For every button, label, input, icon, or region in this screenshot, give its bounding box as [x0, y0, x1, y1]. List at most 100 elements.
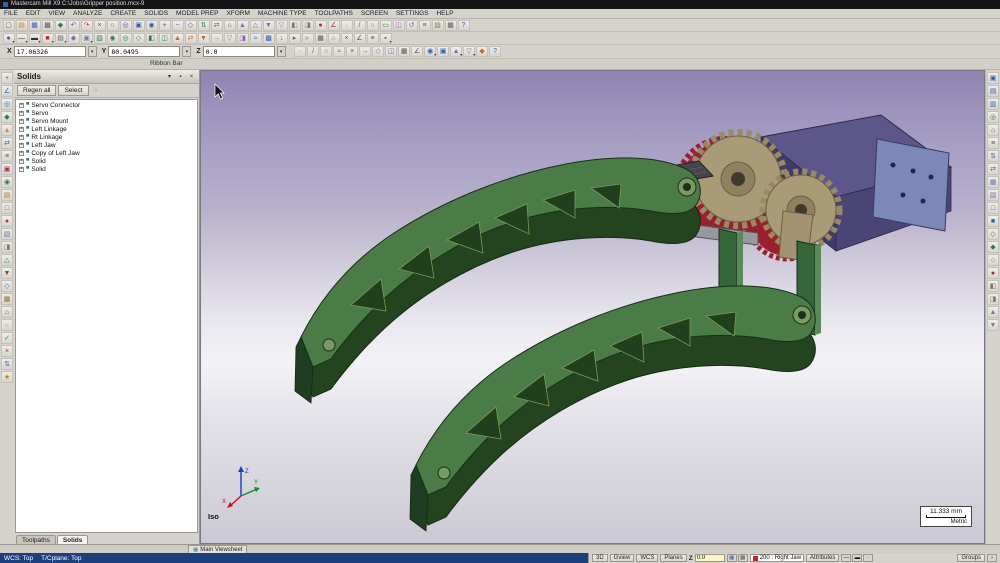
toolbar-icon[interactable]: × — [341, 33, 353, 44]
toolbar-icon[interactable]: ↓ — [276, 33, 288, 44]
toolbar-icon[interactable]: ∠ — [354, 33, 366, 44]
toolbar-icon[interactable]: ↺ — [406, 20, 418, 31]
toolbar-icon[interactable]: ▦ — [1, 293, 13, 305]
toolbar-icon[interactable]: ◨ — [1, 241, 13, 253]
toolbar-icon[interactable]: − — [172, 20, 184, 31]
toolbar-icon[interactable]: —▾ — [16, 33, 28, 44]
toolbar-icon[interactable]: ▣▾ — [81, 33, 93, 44]
toolbar-icon[interactable]: / — [354, 20, 366, 31]
toolbar-icon[interactable]: ▨ — [432, 20, 444, 31]
toolbar-icon[interactable]: ◎ — [120, 33, 132, 44]
toolbar-icon[interactable]: ▲ — [987, 306, 999, 318]
x-coord-dropdown[interactable]: ▾ — [88, 46, 97, 57]
toolbar-icon[interactable]: ◆ — [987, 241, 999, 253]
toolbar-icon[interactable]: ⇄ — [211, 20, 223, 31]
toolbar-icon[interactable]: ▲ — [237, 20, 249, 31]
toolbar-icon[interactable]: ◉ — [107, 33, 119, 44]
toolbar-icon[interactable]: ↷ — [81, 20, 93, 31]
toolbar-icon[interactable]: ▪▾ — [380, 33, 392, 44]
toolbar-icon[interactable]: ▣ — [987, 72, 999, 84]
toolbar-icon[interactable]: ⇅ — [198, 20, 210, 31]
toolbar-icon[interactable]: △ — [1, 254, 13, 266]
toolbar-icon[interactable]: ⌂ — [224, 20, 236, 31]
toolbar-icon[interactable]: ≈ — [333, 46, 345, 57]
regen-all-button[interactable]: Regen all — [17, 85, 56, 96]
toolbar-icon[interactable]: × — [1, 345, 13, 357]
toolbar-icon[interactable]: ▦ — [445, 20, 457, 31]
toolbar-icon[interactable]: ⌂ — [1, 306, 13, 318]
toolbar-icon[interactable]: ▹ — [302, 33, 314, 44]
expand-icon[interactable]: + — [19, 143, 24, 148]
toolbar-icon[interactable]: ↶ — [68, 20, 80, 31]
toolbar-icon[interactable]: ◫ — [159, 33, 171, 44]
toolbar-icon[interactable]: ▦ — [315, 33, 327, 44]
tree-item[interactable]: + ■ Solid — [16, 165, 197, 173]
toolbar-icon[interactable]: ▽ — [224, 33, 236, 44]
toolbar-icon[interactable]: ○ — [107, 20, 119, 31]
toolbar-icon[interactable]: ≡ — [1, 150, 13, 162]
x-coord-input[interactable] — [14, 46, 86, 57]
status-3d-button[interactable]: 3D — [592, 554, 608, 562]
toolbar-icon[interactable]: ◫ — [385, 46, 397, 57]
menu-item[interactable]: EDIT — [22, 10, 45, 17]
toolbar-icon[interactable]: ◉ — [146, 20, 158, 31]
toolbar-icon[interactable]: ≡ — [987, 137, 999, 149]
viewsheet-tab[interactable]: ▦ Main Viewsheet — [188, 545, 247, 553]
status-mini-icon[interactable]: — — [841, 554, 851, 562]
toolbar-icon[interactable]: ▢ — [3, 20, 15, 31]
status-gview-button[interactable]: Gview — [610, 554, 635, 562]
graphics-viewport[interactable]: Iso Z Y X 11.333 mm Metric — [200, 70, 985, 544]
toolbar-icon[interactable]: ◎ — [120, 20, 132, 31]
toolbar-icon[interactable]: ▧ — [94, 33, 106, 44]
tree-item[interactable]: + ■ Solid — [16, 157, 197, 165]
toolbar-icon[interactable]: / — [307, 46, 319, 57]
menu-item[interactable]: FILE — [0, 10, 22, 17]
toolbar-icon[interactable]: ◨ — [237, 33, 249, 44]
toolbar-icon[interactable]: ● — [1, 215, 13, 227]
toolbar-icon[interactable]: ◨ — [987, 293, 999, 305]
toolbar-icon[interactable]: ∠ — [328, 20, 340, 31]
status-mini-icon[interactable]: ▦ — [727, 554, 737, 562]
toolbar-icon[interactable]: ◉▾ — [424, 46, 436, 57]
toolbar-icon[interactable]: ◆ — [68, 33, 80, 44]
toolbar-icon[interactable]: ◇ — [372, 46, 384, 57]
expand-icon[interactable]: + — [19, 119, 24, 124]
expand-icon[interactable]: + — [19, 159, 24, 164]
toolbar-icon[interactable]: ▲▾ — [450, 46, 462, 57]
toolbar-icon[interactable]: ○ — [320, 46, 332, 57]
status-mini-icon[interactable]: ▩ — [738, 554, 748, 562]
expand-icon[interactable]: + — [19, 111, 24, 116]
toolbar-icon[interactable]: ⌂ — [987, 124, 999, 136]
status-wcs-button[interactable]: WCS — [636, 554, 658, 562]
toolbar-icon[interactable]: ▸ — [289, 33, 301, 44]
toolbar-icon[interactable]: ⇅ — [987, 150, 999, 162]
panel-options-icon[interactable]: ▾ — [165, 72, 174, 81]
toolbar-icon[interactable]: ▤▾ — [55, 33, 67, 44]
toolbar-icon[interactable]: ▩ — [263, 33, 275, 44]
toolbar-icon[interactable]: ≡ — [419, 20, 431, 31]
toolbar-icon[interactable]: ★ — [1, 371, 13, 383]
toolbar-icon[interactable]: ◇ — [1, 280, 13, 292]
menu-item[interactable]: XFORM — [222, 10, 253, 17]
ribbon-bar-strip[interactable]: Ribbon Bar — [0, 59, 1000, 70]
toolbar-icon[interactable]: ∙ — [341, 20, 353, 31]
toolbar-icon[interactable]: ▽ — [276, 20, 288, 31]
toolbar-icon[interactable]: ▥ — [987, 98, 999, 110]
toolbar-icon[interactable]: ◆ — [1, 111, 13, 123]
toolbar-icon[interactable]: ◫ — [393, 20, 405, 31]
toolbar-icon[interactable]: ⇄ — [1, 137, 13, 149]
toolbar-icon[interactable]: ◨ — [302, 20, 314, 31]
menu-item[interactable]: VIEW — [45, 10, 70, 17]
toolbar-icon[interactable]: → — [359, 46, 371, 57]
toolbar-icon[interactable]: ◧ — [987, 280, 999, 292]
tree-item[interactable]: + ■ Servo Mount — [16, 117, 197, 125]
expand-icon[interactable]: + — [19, 103, 24, 108]
tree-item[interactable]: + ■ Left Linkage — [16, 125, 197, 133]
toolbar-icon[interactable]: ◧ — [146, 33, 158, 44]
toolbar-icon[interactable]: ●▾ — [3, 33, 15, 44]
toolbar-icon[interactable]: ▼ — [263, 20, 275, 31]
toolbar-icon[interactable]: ◇ — [133, 33, 145, 44]
toolbar-icon[interactable]: ▣ — [133, 20, 145, 31]
menu-item[interactable]: TOOLPATHS — [311, 10, 357, 17]
expand-icon[interactable]: + — [19, 151, 24, 156]
